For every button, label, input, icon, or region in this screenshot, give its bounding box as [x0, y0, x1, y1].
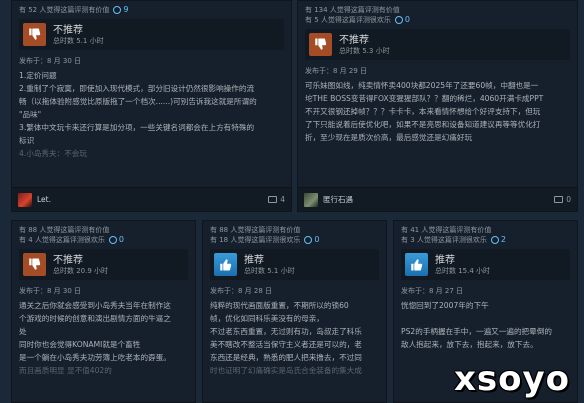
verdict-label: 推荐: [435, 254, 455, 266]
verdict-label: 不推荐: [53, 254, 83, 266]
thumbs-up-icon: [214, 253, 237, 276]
award-badge[interactable]: 9: [113, 5, 128, 15]
thumbs-down-icon: [23, 23, 46, 46]
review-text: 纯粹的现代画面版重置，不期所以的锁60 帧，优化如同科乐美没有的母亲， 不过老东…: [210, 301, 362, 375]
review-text: 1.定价问题 2.重制了个寂寞，即使加入现代模式，部分旧设计仍然很影响操作的流 …: [19, 71, 257, 158]
playtime: 总时数 5.1 小时: [53, 36, 104, 45]
review-header[interactable]: 不推荐 总时数 5.3 小时: [305, 29, 570, 60]
review-card[interactable]: 有 52 人觉得这篇评测有价值 9 不推荐 总时数 5.1 小时 发布于：8 月 …: [11, 0, 292, 212]
helpful-count: 有 134 人觉得这篇评测有价值: [305, 6, 400, 14]
review-text: 通关之后你就会感受到小岛秀夫当年在制作这 个游戏的时候的创意和演出剧情方面的牛逼…: [19, 301, 171, 375]
avatar[interactable]: [18, 192, 32, 207]
award-icon: [490, 236, 499, 244]
award-badge[interactable]: 0: [304, 235, 319, 245]
award-badge[interactable]: 2: [490, 235, 506, 245]
verdict-label: 不推荐: [339, 34, 369, 46]
award-icon: [108, 236, 117, 244]
funny-count: 有 5 人觉得这篇评测很欢乐: [305, 16, 391, 24]
playtime: 总时数 5.1 小时: [244, 266, 295, 275]
posted-date: 发布于：8 月 28 日: [210, 287, 273, 295]
thumbs-up-icon: [405, 253, 428, 276]
helpful-count: 有 41 人觉得这篇评测有价值: [401, 226, 492, 234]
comment-count[interactable]: 0: [554, 195, 571, 204]
posted-date: 发布于：8 月 30 日: [19, 57, 82, 65]
review-card[interactable]: 有 134 人觉得这篇评测有价值 有 5 人觉得这篇评测很欢乐 0 不推荐 总时数…: [297, 0, 578, 212]
review-footer: Let. 4: [12, 187, 291, 211]
review-header[interactable]: 推荐 总时数 5.1 小时: [210, 249, 379, 280]
award-icon: [113, 6, 122, 14]
award-icon: [304, 236, 313, 244]
playtime: 总时数 15.4 小时: [435, 266, 491, 275]
verdict-label: 推荐: [244, 254, 264, 266]
comment-count[interactable]: 4: [268, 195, 285, 204]
review-text: 可乐妹图如线，纯卖情怀卖400块都2025年了还要60帧，中翻也是一 坨THE …: [305, 81, 544, 142]
verdict-label: 不推荐: [53, 24, 83, 36]
thumbs-down-icon: [309, 33, 332, 56]
review-footer: 匿行石遇 0: [298, 187, 577, 211]
posted-date: 发布于：8 月 30 日: [19, 287, 82, 295]
review-text: 恍惚回到了2007年的下午 PS2的手柄握在手中，一遍又一遍的把晕倒的 敌人抱起…: [401, 301, 552, 349]
playtime: 总时数 5.3 小时: [339, 46, 390, 55]
helpful-count: 有 88 人觉得这篇评测有价值: [210, 226, 301, 234]
thumbs-down-icon: [23, 253, 46, 276]
helpful-count: 有 52 人觉得这篇评测有价值: [19, 6, 110, 14]
funny-count: 有 4 人觉得这篇评测很欢乐: [19, 236, 105, 244]
award-icon: [394, 16, 403, 24]
helpful-count: 有 88 人觉得这篇评测有价值: [19, 226, 110, 234]
award-badge[interactable]: 0: [108, 235, 124, 245]
playtime: 总时数 20.9 小时: [53, 266, 109, 275]
funny-count: 有 18 人觉得这篇评测很欢乐: [210, 236, 301, 244]
comment-icon: [554, 196, 564, 203]
comment-icon: [268, 196, 278, 203]
username[interactable]: 匿行石遇: [323, 194, 353, 205]
funny-count: 有 3 人觉得这篇评测很欢乐: [401, 236, 487, 244]
review-header[interactable]: 推荐 总时数 15.4 小时: [401, 249, 570, 280]
posted-date: 发布于：8 月 29 日: [305, 67, 368, 75]
review-card[interactable]: 有 88 人觉得这篇评测有价值 有 4 人觉得这篇评测很欢乐 0 不推荐 总时数 …: [11, 220, 196, 403]
review-header[interactable]: 不推荐 总时数 5.1 小时: [19, 19, 284, 50]
username[interactable]: Let.: [37, 195, 51, 204]
review-header[interactable]: 不推荐 总时数 20.9 小时: [19, 249, 188, 280]
avatar[interactable]: [304, 192, 318, 207]
review-card[interactable]: 有 88 人觉得这篇评测有价值 有 18 人觉得这篇评测很欢乐 0 推荐 总时数 …: [202, 220, 387, 403]
posted-date: 发布于：8 月 27 日: [401, 287, 464, 295]
award-badge[interactable]: 0: [394, 15, 410, 25]
watermark-logo: xsoyo: [453, 359, 570, 399]
